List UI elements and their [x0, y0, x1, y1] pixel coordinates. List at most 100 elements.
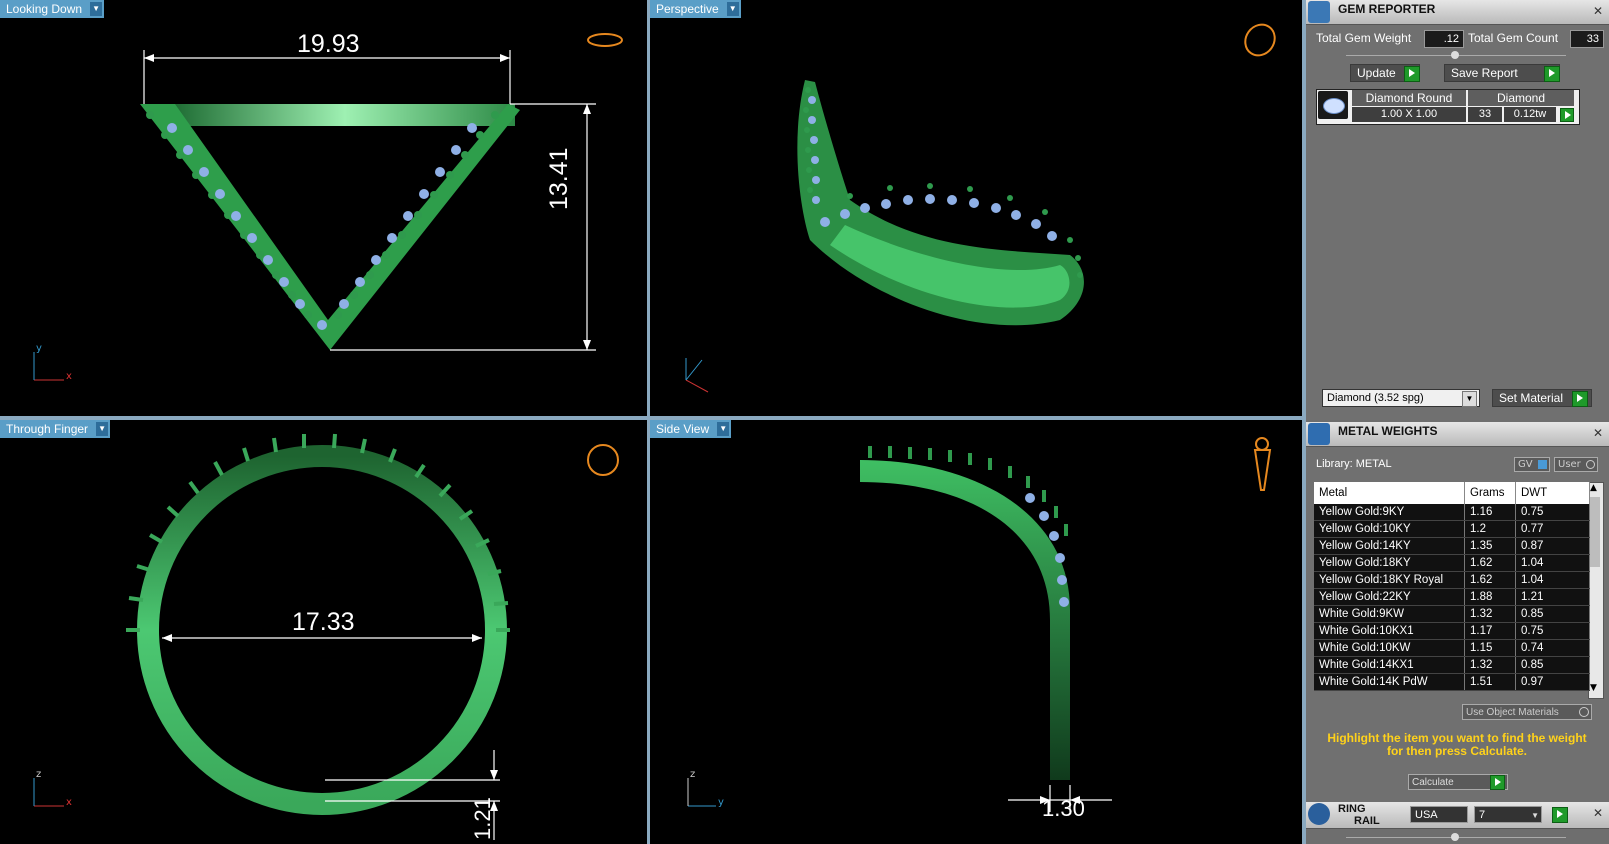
ring-rail-go-icon[interactable] [1552, 807, 1568, 823]
dim-inner-diameter-label: 17.33 [292, 608, 355, 636]
set-material-button-label: Set Material [1499, 391, 1564, 405]
table-row[interactable]: Yellow Gold:10KY 1.2 0.77 [1314, 520, 1590, 538]
viewport-divider-horizontal [0, 416, 1302, 420]
ring-size-country-field[interactable]: USA [1410, 806, 1468, 823]
viewport-tab-looking-down[interactable]: Looking Down ▼ [0, 0, 105, 18]
dim-thickness-label: 1.21 [470, 797, 495, 840]
ring-size-value: 7 [1479, 809, 1486, 821]
gem-reporter-title: GEM REPORTER [1338, 2, 1436, 16]
update-go-icon[interactable] [1404, 66, 1420, 82]
cell-grams: 1.62 [1464, 571, 1516, 589]
cell-metal: White Gold:9KW [1314, 605, 1465, 623]
cell-metal: Yellow Gold:18KY [1314, 554, 1465, 572]
cell-dwt: 0.85 [1515, 656, 1590, 674]
cell-dwt: 0.87 [1515, 537, 1590, 555]
gem-row-go-icon[interactable] [1560, 108, 1574, 122]
column-header-grams[interactable]: Grams [1464, 482, 1516, 504]
table-row[interactable]: White Gold:10KW 1.15 0.74 [1314, 639, 1590, 657]
table-row[interactable]: White Gold:14KX1 1.32 0.85 [1314, 656, 1590, 674]
table-row[interactable]: Yellow Gold:22KY 1.88 1.21 [1314, 588, 1590, 606]
user-toggle[interactable]: User [1554, 457, 1598, 472]
chevron-down-icon[interactable]: ▼ [96, 422, 109, 436]
cell-grams: 1.51 [1464, 673, 1516, 691]
cell-dwt: 0.85 [1515, 605, 1590, 623]
cell-grams: 1.15 [1464, 639, 1516, 657]
ring-rail-header: RING RAIL USA 7 ▼ ✕ [1306, 802, 1609, 829]
chevron-down-icon[interactable]: ▼ [1462, 391, 1477, 407]
gem-name-cell: Diamond Round [1352, 90, 1466, 106]
calculate-go-icon[interactable] [1490, 775, 1505, 790]
gem-reporter-body: Total Gem Weight .12 Total Gem Count 33 … [1306, 25, 1609, 420]
viewport-side-view[interactable]: 1.30 y z Side View ▼ [650, 420, 1302, 844]
chevron-down-icon[interactable]: ▼ [1531, 808, 1539, 824]
cell-metal: Yellow Gold:18KY Royal [1314, 571, 1465, 589]
metal-weights-title: METAL WEIGHTS [1338, 424, 1438, 438]
set-material-go-icon[interactable] [1572, 391, 1588, 407]
material-select-value: Diamond (3.52 spg) [1327, 392, 1424, 404]
cell-metal: Yellow Gold:14KY [1314, 537, 1465, 555]
viewport-looking-down[interactable]: 19.93 13.41 x y Looking Down ▼ [0, 0, 647, 416]
slider-handle[interactable] [1451, 51, 1459, 59]
ring-rail-slider-handle[interactable] [1451, 833, 1459, 841]
table-row[interactable]: White Gold:10KX1 1.17 0.75 [1314, 622, 1590, 640]
chevron-down-icon[interactable]: ▼ [717, 422, 730, 436]
viewport-divider-vertical [647, 0, 650, 844]
table-row[interactable]: Yellow Gold:9KY 1.16 0.75 [1314, 504, 1590, 521]
viewport-tab-label: Looking Down [6, 2, 83, 16]
gem-count-cell: 33 [1468, 107, 1502, 122]
column-header-dwt[interactable]: DWT [1515, 482, 1590, 504]
viewport-through-finger[interactable]: 17.33 1.21 x z Through Finger ▼ [0, 420, 647, 844]
close-icon[interactable]: ✕ [1591, 806, 1605, 820]
total-gem-count-field[interactable]: 33 [1570, 30, 1604, 48]
table-row[interactable]: Yellow Gold:14KY 1.35 0.87 [1314, 537, 1590, 555]
cell-dwt: 1.04 [1515, 554, 1590, 572]
gv-toggle[interactable]: GV [1514, 457, 1550, 472]
table-row[interactable]: Yellow Gold:18KY 1.62 1.04 [1314, 554, 1590, 572]
viewport-tab-perspective[interactable]: Perspective ▼ [650, 0, 741, 18]
chevron-down-icon[interactable]: ▼ [726, 2, 739, 16]
radio-icon [1586, 460, 1595, 469]
viewport-tab-through-finger[interactable]: Through Finger ▼ [0, 420, 111, 438]
perspective-render [685, 23, 1276, 393]
close-icon[interactable]: ✕ [1591, 4, 1605, 18]
viewport-perspective[interactable]: Perspective ▼ [650, 0, 1302, 416]
column-header-metal[interactable]: Metal [1314, 482, 1465, 504]
cell-grams: 1.35 [1464, 537, 1516, 555]
close-icon[interactable]: ✕ [1591, 426, 1605, 440]
viewport-tab-label: Perspective [656, 2, 719, 16]
ring-size-select[interactable]: 7 ▼ [1474, 806, 1542, 823]
info-icon [1538, 460, 1547, 469]
metal-weights-table: Metal Grams DWT Yellow Gold:9KY 1.16 0.75 Y… [1314, 482, 1590, 691]
table-row[interactable]: White Gold:9KW 1.32 0.85 [1314, 605, 1590, 623]
cell-dwt: 0.75 [1515, 504, 1590, 521]
right-sidebar: GEM REPORTER ✕ Total Gem Weight .12 Tota… [1306, 0, 1609, 844]
ring-rail-title: RING RAIL [1338, 803, 1380, 827]
calculate-button-label: Calculate [1412, 777, 1454, 788]
ring-rail-icon [1308, 803, 1330, 825]
scroll-up-icon[interactable]: ▲ [1590, 483, 1597, 493]
total-gem-weight-field[interactable]: .12 [1424, 30, 1464, 48]
use-object-materials-toggle[interactable]: Use Object Materials [1462, 704, 1592, 720]
material-select[interactable]: Diamond (3.52 spg) ▼ [1322, 389, 1480, 407]
cell-dwt: 0.77 [1515, 520, 1590, 538]
viewport-tab-side-view[interactable]: Side View ▼ [650, 420, 732, 438]
dim-height-label: 13.41 [545, 147, 573, 210]
scroll-down-icon[interactable]: ▼ [1590, 683, 1597, 693]
save-report-button-label: Save Report [1451, 66, 1518, 80]
save-report-go-icon[interactable] [1544, 66, 1560, 82]
cell-grams: 1.32 [1464, 605, 1516, 623]
cell-grams: 1.17 [1464, 622, 1516, 640]
cell-metal: Yellow Gold:22KY [1314, 588, 1465, 606]
calculate-hint: Highlight the item you want to find the … [1327, 731, 1587, 758]
table-row[interactable]: Yellow Gold:18KY Royal 1.62 1.04 [1314, 571, 1590, 589]
save-report-button[interactable]: Save Report [1444, 64, 1560, 82]
table-row[interactable]: White Gold:14K PdW 1.51 0.97 [1314, 673, 1590, 691]
cell-metal: White Gold:10KW [1314, 639, 1465, 657]
cell-dwt: 0.75 [1515, 622, 1590, 640]
chevron-down-icon[interactable]: ▼ [90, 2, 103, 16]
gem-row[interactable]: Diamond Round Diamond 1.00 X 1.00 33 0.1… [1316, 89, 1578, 123]
cell-dwt: 1.21 [1515, 588, 1590, 606]
ring-rail-title-line2: RAIL [1354, 815, 1380, 827]
cell-dwt: 0.74 [1515, 639, 1590, 657]
scroll-thumb[interactable] [1590, 497, 1600, 567]
